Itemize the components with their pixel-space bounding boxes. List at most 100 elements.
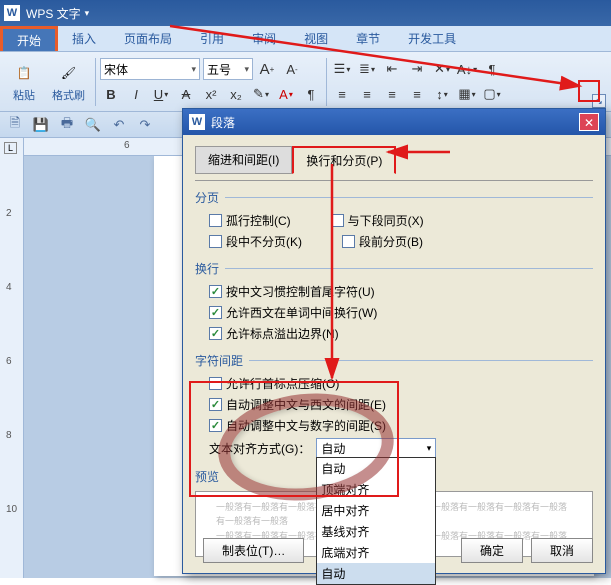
checkbox-checked-icon: ✓ — [209, 419, 222, 432]
paste-button[interactable]: 📋 粘贴 — [6, 57, 42, 107]
paragraph-dialog-launcher[interactable]: ↘ — [592, 94, 606, 108]
ribbon-separator — [326, 58, 327, 106]
align-left-button[interactable]: ≡ — [331, 83, 353, 105]
font-color-button[interactable]: A — [275, 83, 297, 105]
borders-button[interactable]: ▢ — [481, 83, 503, 105]
strike-button[interactable]: A — [175, 83, 197, 105]
redo-button[interactable]: ↷ — [136, 116, 154, 134]
app-menu-dropdown-icon[interactable]: ▾ — [85, 8, 90, 19]
keep-with-next-checkbox[interactable]: 与下段同页(X) — [331, 212, 424, 229]
tab-developer[interactable]: 开发工具 — [394, 26, 470, 51]
paragraph-dialog: W 段落 ✕ 缩进和间距(I) 换行和分页(P) 分页 孤行控制(C) 与下段同… — [182, 108, 606, 574]
widow-control-checkbox[interactable]: 孤行控制(C) — [209, 212, 291, 229]
print-preview-button[interactable]: 🔍 — [84, 116, 102, 134]
keep-lines-together-checkbox[interactable]: 段中不分页(K) — [209, 233, 302, 250]
font-size-value: 五号 — [207, 61, 231, 78]
ruler-mark: 10 — [6, 504, 17, 515]
checkbox-checked-icon: ✓ — [209, 306, 222, 319]
ok-button[interactable]: 确定 — [461, 538, 523, 563]
bold-button[interactable]: B — [100, 83, 122, 105]
tab-insert[interactable]: 插入 — [58, 26, 110, 51]
decrease-indent-button[interactable]: ⇤ — [381, 58, 403, 80]
cancel-button[interactable]: 取消 — [531, 538, 593, 563]
chevron-down-icon: ▾ — [244, 64, 249, 75]
dialog-tabs: 缩进和间距(I) 换行和分页(P) — [195, 145, 593, 173]
shrink-font-button[interactable]: A- — [281, 58, 303, 80]
increase-indent-button[interactable]: ⇥ — [406, 58, 428, 80]
print-button[interactable]: 🖶 — [58, 116, 76, 134]
dropdown-option[interactable]: 自动 — [317, 458, 435, 479]
checkbox-label: 自动调整中文与数字的间距(S) — [226, 417, 386, 434]
phonetic-button[interactable]: ¶ — [300, 83, 322, 105]
dropdown-option[interactable]: 居中对齐 — [317, 500, 435, 521]
ribbon-separator — [95, 58, 96, 106]
char-scale-button[interactable]: ✕ — [431, 58, 453, 80]
show-marks-button[interactable]: ¶ — [481, 58, 503, 80]
dialog-icon: W — [189, 114, 205, 130]
align-right-button[interactable]: ≡ — [381, 83, 403, 105]
checkbox-checked-icon: ✓ — [209, 285, 222, 298]
italic-button[interactable]: I — [125, 83, 147, 105]
section-line-break: 换行 ✓按中文习惯控制首尾字符(U) ✓允许西文在单词中间换行(W) ✓允许标点… — [195, 260, 593, 344]
tab-review[interactable]: 审阅 — [238, 26, 290, 51]
latin-wrap-checkbox[interactable]: ✓允许西文在单词中间换行(W) — [209, 304, 377, 321]
save-button[interactable]: 💾 — [32, 116, 50, 134]
tab-line-page-breaks[interactable]: 换行和分页(P) — [292, 146, 396, 174]
grow-font-button[interactable]: A+ — [256, 58, 278, 80]
font-group: 宋体▾ 五号 ▾ A+ A- B I U A x² x₂ ✎ A ¶ — [100, 58, 322, 105]
undo-button[interactable]: ↶ — [110, 116, 128, 134]
new-button[interactable]: 🗎 — [6, 116, 24, 134]
close-button[interactable]: ✕ — [579, 113, 599, 131]
auto-cn-latin-checkbox[interactable]: ✓自动调整中文与西文的间距(E) — [209, 396, 386, 413]
checkbox-checked-icon: ✓ — [209, 398, 222, 411]
sort-button[interactable]: A↓ — [456, 58, 478, 80]
font-size-combo[interactable]: 五号 ▾ — [203, 58, 253, 80]
line-spacing-button[interactable]: ↕ — [431, 83, 453, 105]
dropdown-option[interactable]: 底端对齐 — [317, 542, 435, 563]
cn-first-last-checkbox[interactable]: ✓ 按中文习惯控制首尾字符(U) — [209, 283, 375, 300]
tab-references[interactable]: 引用 — [186, 26, 238, 51]
checkbox-icon — [209, 214, 222, 227]
section-label: 分页 — [195, 189, 593, 206]
checkbox-checked-icon: ✓ — [209, 327, 222, 340]
checkbox-icon — [209, 235, 222, 248]
checkbox-icon — [331, 214, 344, 227]
dropdown-option[interactable]: 自动 — [317, 563, 435, 584]
subscript-button[interactable]: x₂ — [225, 83, 247, 105]
tab-section[interactable]: 章节 — [342, 26, 394, 51]
tab-indent-spacing[interactable]: 缩进和间距(I) — [195, 146, 292, 174]
align-justify-button[interactable]: ≡ — [406, 83, 428, 105]
underline-button[interactable]: U — [150, 83, 172, 105]
section-label: 字符间距 — [195, 352, 593, 369]
numbering-button[interactable]: ≣ — [356, 58, 378, 80]
tab-page-layout[interactable]: 页面布局 — [110, 26, 186, 51]
checkbox-label: 段前分页(B) — [359, 233, 423, 250]
checkbox-icon — [209, 377, 222, 390]
dialog-titlebar[interactable]: W 段落 ✕ — [183, 109, 605, 135]
checkbox-label: 按中文习惯控制首尾字符(U) — [226, 283, 375, 300]
punct-overflow-checkbox[interactable]: ✓ 允许标点溢出边界(N) — [209, 325, 339, 342]
shading-button[interactable]: ▦ — [456, 83, 478, 105]
chevron-down-icon: ▾ — [427, 443, 432, 454]
format-painter-button[interactable]: 🖌 格式刷 — [46, 57, 91, 107]
superscript-button[interactable]: x² — [200, 83, 222, 105]
auto-cn-num-checkbox[interactable]: ✓ 自动调整中文与数字的间距(S) — [209, 417, 386, 434]
ruler-tab-selector[interactable]: L — [4, 142, 17, 154]
checkbox-label: 段中不分页(K) — [226, 233, 302, 250]
dialog-body: 缩进和间距(I) 换行和分页(P) 分页 孤行控制(C) 与下段同页(X) 段中… — [183, 135, 605, 567]
bullets-button[interactable]: ☰ — [331, 58, 353, 80]
align-center-button[interactable]: ≡ — [356, 83, 378, 105]
tabstops-button[interactable]: 制表位(T)… — [203, 538, 304, 563]
tab-start[interactable]: 开始 — [0, 26, 58, 51]
text-align-dropdown[interactable]: 自动▾ 自动 顶端对齐 居中对齐 基线对齐 底端对齐 自动 — [316, 438, 436, 458]
tab-view[interactable]: 视图 — [290, 26, 342, 51]
font-name-combo[interactable]: 宋体▾ — [100, 58, 200, 80]
page-break-before-checkbox[interactable]: 段前分页(B) — [342, 233, 423, 250]
highlight-button[interactable]: ✎ — [250, 83, 272, 105]
ruler-mark: 4 — [6, 282, 12, 293]
compress-punct-checkbox[interactable]: 允许行首标点压缩(O) — [209, 375, 339, 392]
checkbox-label: 允许标点溢出边界(N) — [226, 325, 339, 342]
dropdown-option[interactable]: 基线对齐 — [317, 521, 435, 542]
section-pagination: 分页 孤行控制(C) 与下段同页(X) 段中不分页(K) 段前分页(B) — [195, 189, 593, 252]
dropdown-option[interactable]: 顶端对齐 — [317, 479, 435, 500]
